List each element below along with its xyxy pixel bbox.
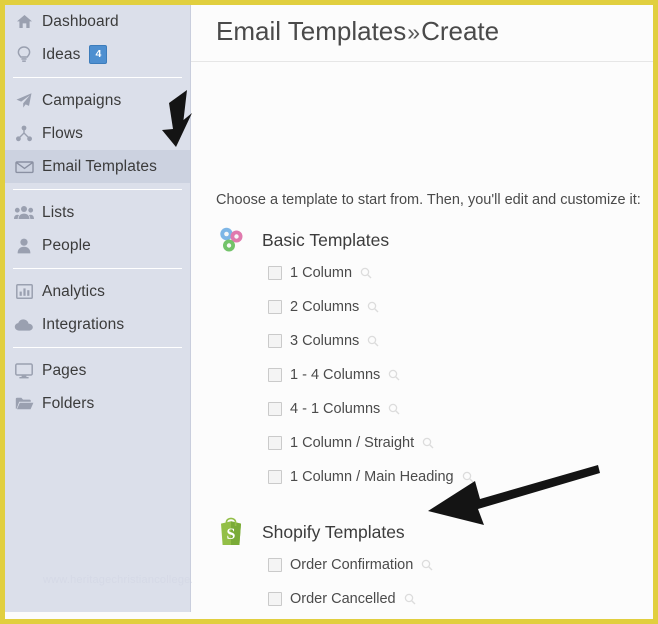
sidebar-item-folders[interactable]: Folders xyxy=(5,387,190,420)
sidebar-item-lists[interactable]: Lists xyxy=(5,196,190,229)
sidebar-item-email-templates[interactable]: Email Templates xyxy=(5,150,190,183)
template-label[interactable]: 1 Column / Straight xyxy=(290,435,414,451)
sidebar-item-pages[interactable]: Pages xyxy=(5,354,190,387)
app-window: Dashboard Ideas 4 Campaigns Flows Email … xyxy=(0,0,658,624)
envelope-icon xyxy=(13,157,35,177)
sidebar-item-flows[interactable]: Flows xyxy=(5,117,190,150)
sidebar-divider xyxy=(13,189,182,190)
template-checkbox[interactable] xyxy=(268,266,282,280)
sidebar-item-campaigns[interactable]: Campaigns xyxy=(5,84,190,117)
sidebar: Dashboard Ideas 4 Campaigns Flows Email … xyxy=(5,5,215,612)
intro-text: Choose a template to start from. Then, y… xyxy=(216,192,641,208)
template-row[interactable]: 1 - 4 Columns xyxy=(216,358,474,392)
page-title-primary: Email Templates xyxy=(216,16,407,46)
template-checkbox[interactable] xyxy=(268,592,282,606)
sidebar-item-label: Analytics xyxy=(42,282,105,300)
home-icon xyxy=(13,12,35,32)
sidebar-item-ideas[interactable]: Ideas 4 xyxy=(5,38,190,71)
template-row[interactable]: 1 Column / Main Heading xyxy=(216,460,474,494)
template-row[interactable]: Order Cancelled xyxy=(216,582,433,616)
cloud-icon xyxy=(13,315,35,335)
template-row[interactable]: 3 Columns xyxy=(216,324,474,358)
template-checkbox[interactable] xyxy=(268,334,282,348)
folder-icon xyxy=(13,394,35,414)
template-row[interactable]: Order Confirmation xyxy=(216,548,433,582)
sidebar-item-dashboard[interactable]: Dashboard xyxy=(5,5,190,38)
template-row[interactable]: 4 - 1 Columns xyxy=(216,392,474,426)
sidebar-item-label: Folders xyxy=(42,394,95,412)
template-label[interactable]: 3 Columns xyxy=(290,333,359,349)
sidebar-item-label: Ideas xyxy=(42,45,81,63)
template-label[interactable]: 1 Column / Main Heading xyxy=(290,469,454,485)
template-label[interactable]: 2 Columns xyxy=(290,299,359,315)
template-group-title: Shopify Templates xyxy=(262,521,405,542)
template-group-header: Basic Templates xyxy=(216,224,474,256)
ideas-count-badge: 4 xyxy=(89,44,108,65)
sidebar-item-label: Lists xyxy=(42,203,75,221)
monitor-icon xyxy=(13,361,35,381)
template-group-header: S Shopify Templates xyxy=(216,516,433,548)
template-row[interactable]: 1 Column / Straight xyxy=(216,426,474,460)
sidebar-item-label: Email Templates xyxy=(42,157,157,175)
template-checkbox[interactable] xyxy=(268,402,282,416)
template-label[interactable]: 4 - 1 Columns xyxy=(290,401,380,417)
magnifier-icon[interactable] xyxy=(421,559,433,571)
gears-icon xyxy=(216,225,246,255)
magnifier-icon[interactable] xyxy=(388,369,400,381)
page-header: Email Templates»Create xyxy=(191,5,653,62)
sidebar-group-5: Pages Folders xyxy=(5,354,190,420)
template-checkbox[interactable] xyxy=(268,558,282,572)
magnifier-icon[interactable] xyxy=(367,335,379,347)
person-icon xyxy=(13,236,35,256)
sidebar-divider xyxy=(13,77,182,78)
magnifier-icon[interactable] xyxy=(360,267,372,279)
sidebar-item-label: Pages xyxy=(42,361,87,379)
page-title: Email Templates»Create xyxy=(216,16,499,47)
sidebar-item-label: Dashboard xyxy=(42,12,119,30)
template-checkbox[interactable] xyxy=(268,300,282,314)
sidebar-item-label: Campaigns xyxy=(42,91,122,109)
template-label[interactable]: 1 Column xyxy=(290,265,352,281)
template-group-basic: Basic Templates 1 Column 2 Columns 3 Col… xyxy=(216,224,474,494)
template-group-title: Basic Templates xyxy=(262,229,390,250)
page-title-secondary: Create xyxy=(421,16,500,46)
bar-chart-icon xyxy=(13,282,35,302)
sidebar-item-people[interactable]: People xyxy=(5,229,190,262)
sidebar-group-2: Campaigns Flows Email Templates xyxy=(5,84,190,183)
sidebar-item-label: Flows xyxy=(42,124,83,142)
sidebar-divider xyxy=(13,268,182,269)
magnifier-icon[interactable] xyxy=(422,437,434,449)
template-label[interactable]: Order Confirmation xyxy=(290,557,413,573)
template-label[interactable]: Order Cancelled xyxy=(290,591,396,607)
shopify-bag-icon: S xyxy=(216,517,246,547)
users-group-icon xyxy=(13,203,35,223)
paper-plane-icon xyxy=(13,91,35,111)
magnifier-icon[interactable] xyxy=(367,301,379,313)
breadcrumb-separator: » xyxy=(407,19,421,45)
template-row[interactable]: 1 Column xyxy=(216,256,474,290)
sidebar-item-label: People xyxy=(42,236,91,254)
template-checkbox[interactable] xyxy=(268,436,282,450)
sidebar-group-3: Lists People xyxy=(5,196,190,262)
sidebar-group-4: Analytics Integrations xyxy=(5,275,190,341)
sidebar-item-integrations[interactable]: Integrations xyxy=(5,308,190,341)
template-group-shopify: S Shopify Templates Order Confirmation O… xyxy=(216,516,433,616)
lightbulb-icon xyxy=(13,45,35,65)
svg-text:S: S xyxy=(227,526,236,543)
sidebar-group-1: Dashboard Ideas 4 xyxy=(5,5,190,71)
sidebar-item-label: Integrations xyxy=(42,315,125,333)
template-checkbox[interactable] xyxy=(268,368,282,382)
watermark-text: www.heritagechristiancollege.com xyxy=(43,574,216,586)
template-row[interactable]: 2 Columns xyxy=(216,290,474,324)
main-content: Choose a template to start from. Then, y… xyxy=(192,63,653,619)
sidebar-item-analytics[interactable]: Analytics xyxy=(5,275,190,308)
magnifier-icon[interactable] xyxy=(388,403,400,415)
magnifier-icon[interactable] xyxy=(404,593,416,605)
template-label[interactable]: 1 - 4 Columns xyxy=(290,367,380,383)
sidebar-divider xyxy=(13,347,182,348)
flow-nodes-icon xyxy=(13,124,35,144)
template-checkbox[interactable] xyxy=(268,470,282,484)
magnifier-icon[interactable] xyxy=(462,471,474,483)
